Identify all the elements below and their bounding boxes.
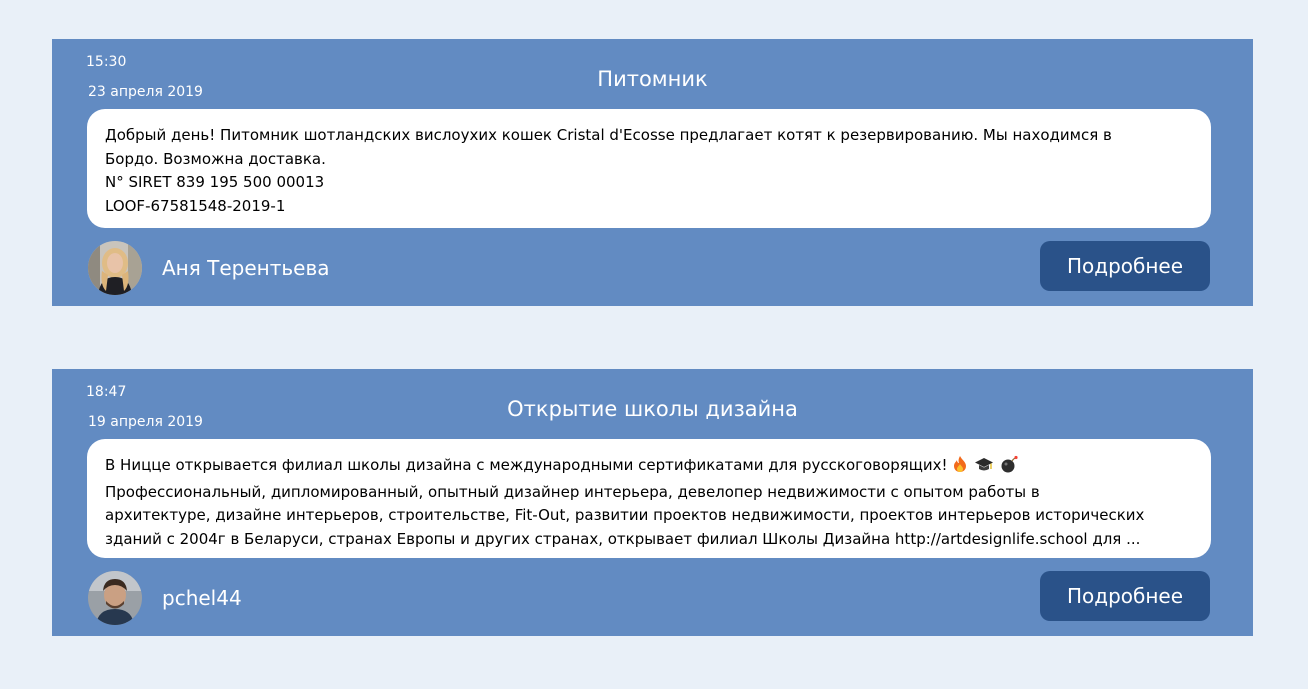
avatar[interactable] bbox=[88, 241, 142, 295]
post-body: В Ницце открывается филиал школы дизайна… bbox=[87, 439, 1211, 558]
post-body-line: Добрый день! Питомник шотландских вислоу… bbox=[105, 126, 1112, 144]
author-name[interactable]: pchel44 bbox=[162, 585, 242, 611]
post-title: Питомник bbox=[597, 67, 708, 91]
post-body-text: В Ницце открывается филиал школы дизайна… bbox=[105, 456, 948, 474]
more-button[interactable]: Подробнее bbox=[1040, 571, 1210, 621]
post-body-line: архитектуре, дизайне интерьеров, строите… bbox=[105, 506, 1145, 524]
post-body-line: LOOF-67581548-2019-1 bbox=[105, 196, 286, 215]
post-body-line: Бордо. Возможна доставка. bbox=[105, 149, 326, 168]
post-body-line: В Ницце открывается филиал школы дизайна… bbox=[105, 454, 1197, 481]
post-title: Открытие школы дизайна bbox=[507, 397, 798, 421]
avatar[interactable] bbox=[88, 571, 142, 625]
post-body: Добрый день! Питомник шотландских вислоу… bbox=[87, 109, 1211, 228]
post-body-line: зданий с 2004г в Беларуси, странах Европ… bbox=[105, 529, 1141, 548]
more-button[interactable]: Подробнее bbox=[1040, 241, 1210, 291]
bomb-icon bbox=[1000, 455, 1018, 481]
post-body-line: N° SIRET 839 195 500 00013 bbox=[105, 173, 325, 191]
graduation-cap-icon bbox=[974, 455, 994, 481]
post-body-line: Профессиональный, дипломированный, опытн… bbox=[105, 482, 1040, 501]
fire-icon bbox=[952, 455, 968, 481]
post-card: 15:30 23 апреля 2019 Питомник Добрый ден… bbox=[52, 39, 1253, 306]
author-name[interactable]: Аня Терентьева bbox=[162, 255, 330, 281]
post-card: 18:47 19 апреля 2019 Открытие школы диза… bbox=[52, 369, 1253, 636]
